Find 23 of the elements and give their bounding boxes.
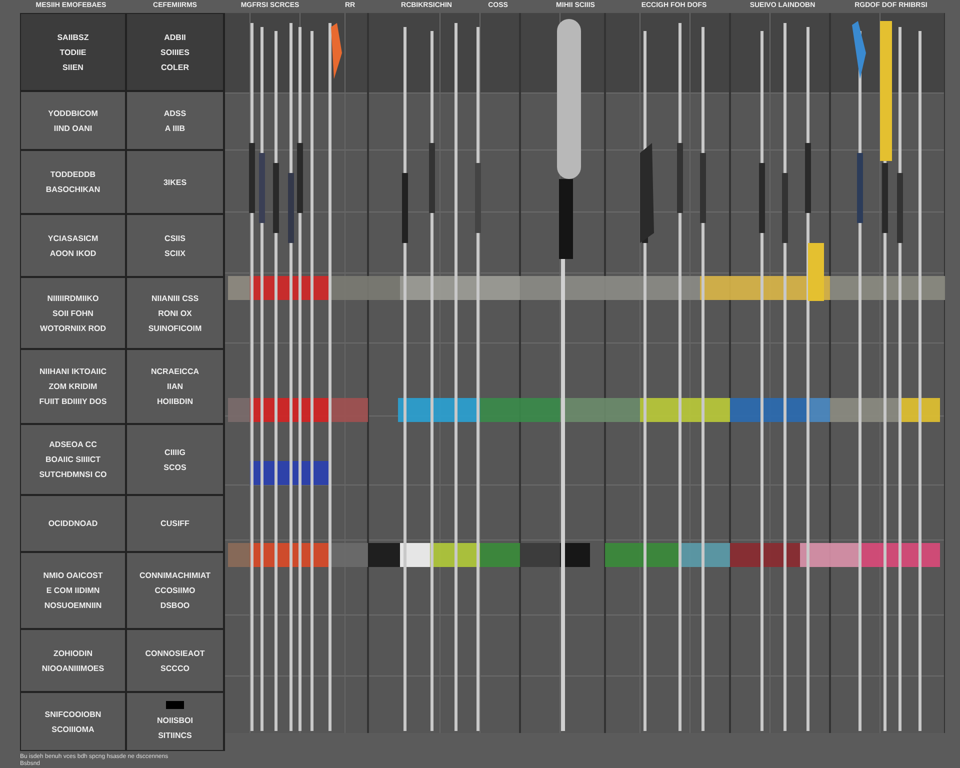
table-cell: CSIIS SCIIX — [127, 215, 223, 276]
table-cell: CUSIFF — [127, 496, 223, 551]
table-cell: YCIASASICM AOON IKOD — [21, 215, 125, 276]
table-cell: YODDBICOM IIND OANI — [21, 92, 125, 149]
table-cell: CONNIMACHIMIAT CCOSIIMO DSBOO — [127, 553, 223, 628]
table-cell: ADSS A IIIB — [127, 92, 223, 149]
table-cell: TODDEDDB BASOCHIKAN — [21, 151, 125, 213]
table-cell: SNIFCOOIOBN SCOIIIOMA — [21, 693, 125, 750]
table-cell: 3IKES — [127, 151, 223, 213]
table-cell: ADSEOA CC BOAIIC SIIIICT SUTCHDMNSI CO — [21, 425, 125, 494]
header-cell: ADBII SOIIIES COLER — [127, 14, 223, 90]
table-cell: NMIO OAICOST E COM IIDIMN NOSUOEMNIIN — [21, 553, 125, 628]
header-cell: SAIIBSZ TODIIE SIIEN — [21, 14, 125, 90]
table-cell: CIIIIG SCOS — [127, 425, 223, 494]
table-cell: NIIANIII CSS RONI OX SUINOFICOIM — [127, 278, 223, 348]
table-cell: CONNOSIEAOT SCCCO — [127, 630, 223, 691]
table-cell: ZOHIODIN NIOOANIIIMOES — [21, 630, 125, 691]
table-cell: NOIISBOI SITIINCS — [127, 693, 223, 750]
table-cell: NIIHANI IKTOAIIC ZOM KRIDIM FUIIT BDIIIIY DOS — [21, 350, 125, 423]
table-cell: OCIDDNOAD — [21, 496, 125, 551]
table-cell: NIIIIIRDMIIKO SOII FOHN WOTORNIIX ROD — [21, 278, 125, 348]
table-cell: NCRAEICCA IIAN HOIIBDIN — [127, 350, 223, 423]
redaction-block — [166, 700, 184, 708]
